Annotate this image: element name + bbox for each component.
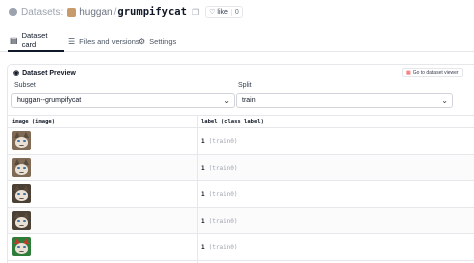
cat-image-thumbnail[interactable] — [12, 237, 31, 256]
preview-title-text: Dataset Preview — [22, 69, 76, 77]
eye-icon: ◉ — [13, 70, 20, 77]
table-row[interactable]: 1 (train0) — [8, 181, 474, 208]
tab-label: Dataset card — [21, 31, 48, 49]
split-select[interactable]: train ⌄ — [236, 93, 453, 108]
viewer-button-label: Go to dataset viewer — [412, 69, 459, 76]
label-cell: 1 (train0) — [201, 244, 238, 251]
table-row[interactable]: 1 (train0) — [8, 207, 474, 234]
repo-name[interactable]: grumpifycat — [117, 6, 187, 18]
card-icon: ▤ — [10, 35, 18, 45]
table-header: image (image) label (class label) — [8, 115, 474, 128]
label-cell: 1 (train0) — [201, 191, 238, 198]
tab-settings[interactable]: ⚙ Settings — [138, 30, 176, 52]
owner-link[interactable]: huggan — [79, 7, 112, 18]
preview-table: image (image) label (class label) 1 (trai… — [8, 115, 474, 261]
viewer-icon: ▦ — [406, 69, 411, 76]
split-label: Split — [238, 82, 252, 89]
gear-icon: ⚙ — [138, 36, 146, 46]
table-row[interactable]: 1 (train0) — [8, 234, 474, 261]
label-cell: 1 (train0) — [201, 217, 238, 225]
split-value: train — [242, 97, 256, 104]
subset-label: Subset — [14, 82, 36, 89]
tab-label: Settings — [149, 36, 177, 46]
subset-select[interactable]: huggan--grumpifycat ⌄ — [11, 93, 235, 108]
dataset-preview-card: ◉ Dataset Preview ▦ Go to dataset viewer… — [7, 64, 474, 263]
tab-label: Files and versions — [79, 36, 140, 46]
cat-image-thumbnail[interactable] — [12, 184, 31, 203]
chevron-down-icon: ⌄ — [223, 96, 230, 105]
tab-dataset-card[interactable]: ▤ Dataset card — [8, 30, 64, 52]
go-to-dataset-viewer-button[interactable]: ▦ Go to dataset viewer — [402, 68, 463, 77]
like-button[interactable]: ♡ like 0 — [205, 6, 243, 18]
like-label: like — [217, 8, 228, 16]
cat-image-thumbnail[interactable] — [12, 157, 31, 177]
table-row[interactable]: 1 (train0) — [8, 128, 474, 155]
repo-tabs: ▤ Dataset card ☰ Files and versions ⚙ Se… — [0, 30, 474, 52]
breadcrumb: Datasets: huggan / grumpifycat ❐ ♡ like … — [9, 5, 243, 19]
table-row[interactable]: 1 (train0) — [8, 154, 474, 181]
section-label[interactable]: Datasets: — [21, 7, 63, 18]
column-header-label[interactable]: label (class label) — [201, 119, 264, 125]
cat-image-thumbnail[interactable] — [12, 131, 31, 150]
heart-icon: ♡ — [209, 9, 216, 16]
label-cell: 1 (train0) — [201, 164, 238, 172]
subset-value: huggan--grumpifycat — [17, 97, 82, 104]
like-count: 0 — [230, 8, 242, 16]
copy-icon[interactable]: ❐ — [192, 8, 199, 17]
files-icon: ☰ — [68, 36, 76, 46]
owner-avatar[interactable] — [67, 7, 77, 17]
column-divider — [197, 115, 198, 263]
tab-files-and-versions[interactable]: ☰ Files and versions — [68, 30, 140, 52]
page-header: Datasets: huggan / grumpifycat ❐ ♡ like … — [0, 0, 474, 26]
preview-header: ◉ Dataset Preview ▦ Go to dataset viewer — [8, 65, 474, 81]
chevron-down-icon: ⌄ — [441, 96, 448, 105]
cat-image-thumbnail[interactable] — [12, 210, 31, 230]
breadcrumb-separator: / — [113, 6, 117, 18]
dataset-icon — [9, 8, 17, 16]
preview-title: ◉ Dataset Preview — [13, 69, 76, 78]
label-cell: 1 (train0) — [201, 138, 238, 145]
column-header-image[interactable]: image (image) — [12, 119, 55, 125]
